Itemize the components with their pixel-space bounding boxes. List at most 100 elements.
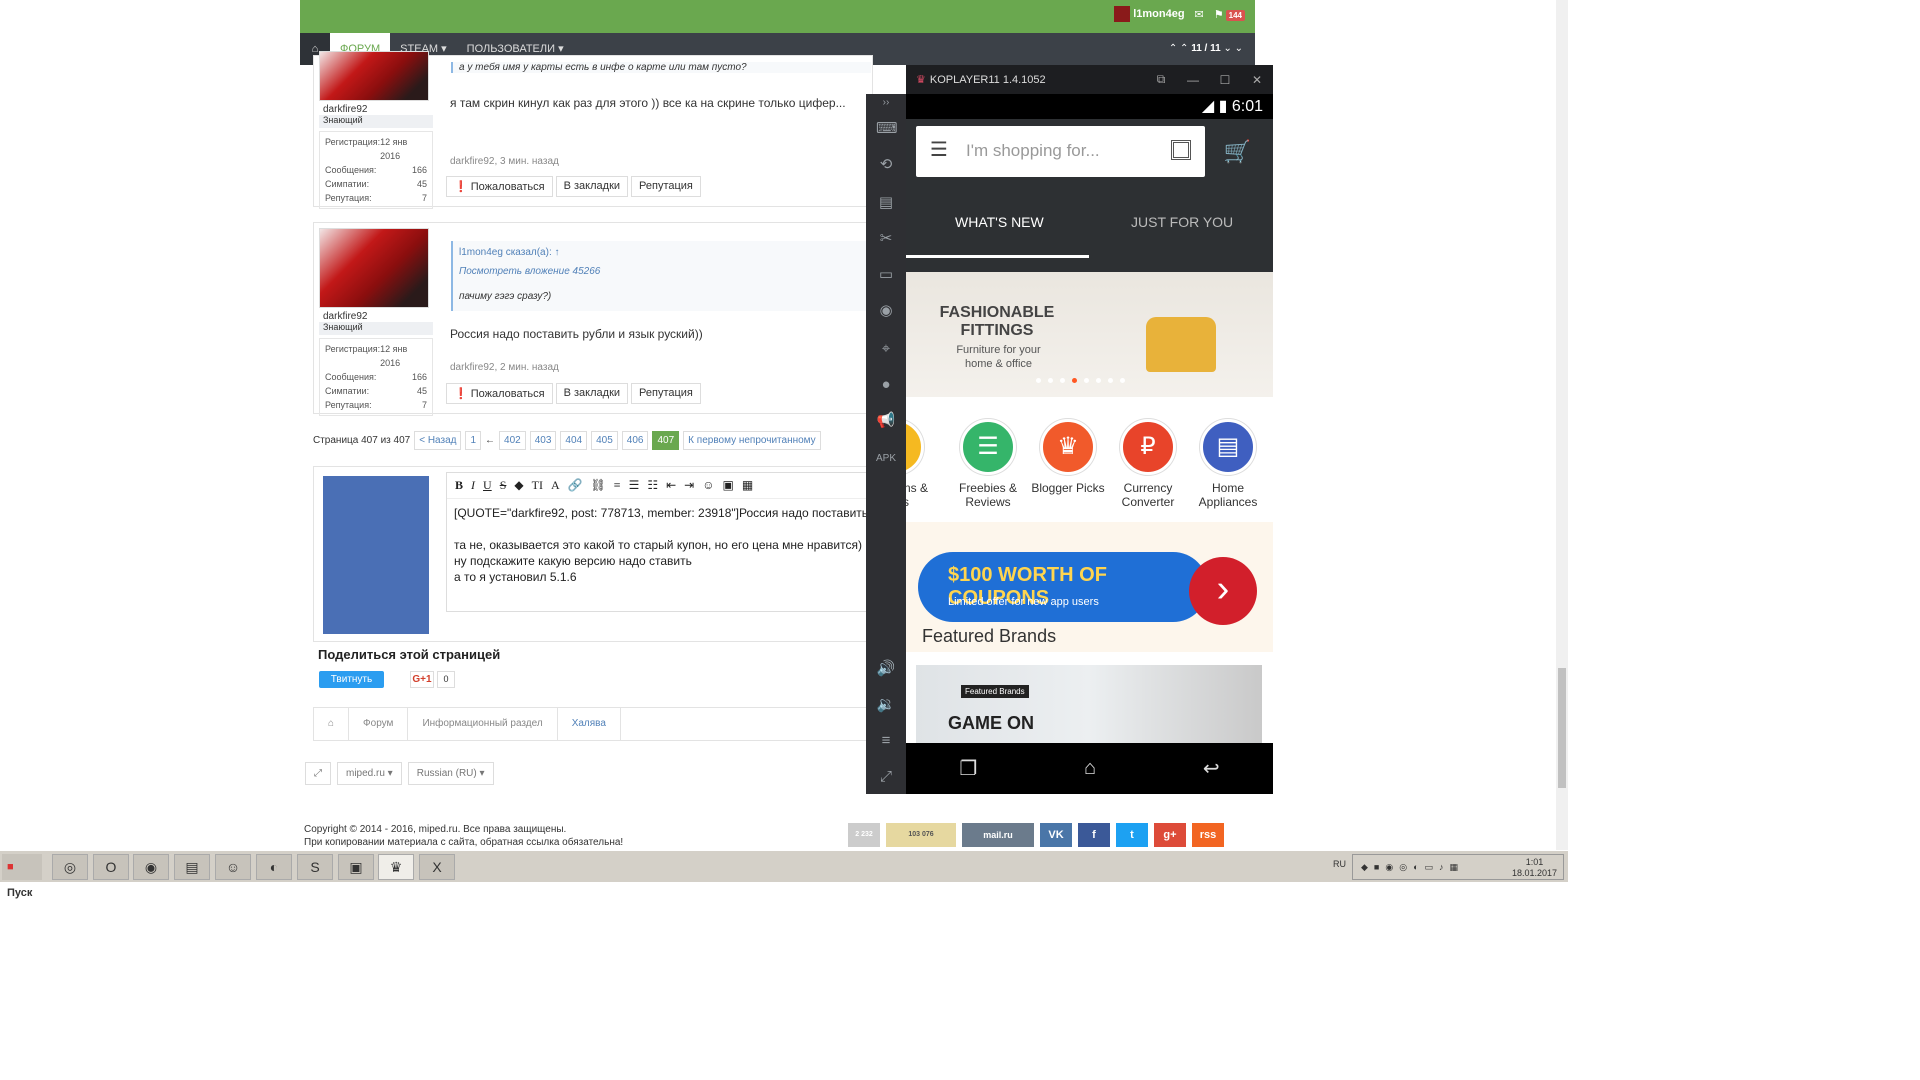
- category-blogger-picks[interactable]: ♛ Blogger Picks: [1028, 419, 1108, 495]
- counter-icon[interactable]: 103 076: [886, 823, 956, 847]
- tray-icon[interactable]: ■: [1374, 862, 1379, 872]
- page-link[interactable]: 1: [465, 431, 482, 450]
- twitter-icon[interactable]: t: [1116, 823, 1148, 847]
- font-size-icon[interactable]: TI: [532, 478, 543, 493]
- color-icon[interactable]: ◆: [514, 478, 523, 493]
- page-link[interactable]: 403: [529, 431, 557, 450]
- mailru-icon[interactable]: mail.ru: [962, 823, 1034, 847]
- back-icon[interactable]: ↩: [1203, 756, 1220, 781]
- page-link[interactable]: 402: [499, 431, 526, 450]
- apk-icon[interactable]: APK: [876, 450, 896, 468]
- cart-icon[interactable]: 🛒: [1224, 139, 1251, 165]
- clock[interactable]: 1:01 18.01.2017: [1512, 857, 1557, 879]
- counter-icon[interactable]: 2 232: [848, 823, 880, 847]
- page-scrollbar[interactable]: [1556, 0, 1568, 850]
- numbered-list-icon[interactable]: ☷: [647, 478, 658, 493]
- rss-icon[interactable]: rss: [1192, 823, 1224, 847]
- collapse-icon[interactable]: ››: [876, 94, 896, 112]
- steam-taskbar-icon[interactable]: ◎: [52, 854, 88, 880]
- page-link[interactable]: 404: [560, 431, 588, 450]
- tab-just-for-you[interactable]: JUST FOR YOU: [1131, 214, 1233, 230]
- font-icon[interactable]: A: [551, 478, 560, 493]
- network-icon[interactable]: ▦: [1450, 862, 1459, 873]
- excel-taskbar-icon[interactable]: X: [419, 854, 455, 880]
- breadcrumb-item[interactable]: Халява: [558, 707, 621, 741]
- unlink-icon[interactable]: ⛓: [591, 478, 606, 493]
- bullet-list-icon[interactable]: ☰: [629, 478, 640, 493]
- outdent-icon[interactable]: ⇤: [666, 478, 676, 493]
- bold-button[interactable]: B: [455, 478, 463, 493]
- scissors-icon[interactable]: ✂: [876, 230, 896, 248]
- bookmark-button[interactable]: В закладки: [555, 383, 629, 404]
- mail-icon[interactable]: ✉: [1195, 8, 1204, 21]
- minimize-icon[interactable]: —: [1177, 73, 1209, 87]
- top-pager[interactable]: ⌃ ⌃ 11 / 11 ⌄ ⌄: [1169, 33, 1243, 65]
- volume-icon[interactable]: ♪: [1439, 862, 1444, 872]
- record-icon[interactable]: ●: [876, 376, 896, 394]
- tweet-button[interactable]: Твитнуть: [319, 671, 384, 688]
- camera-icon[interactable]: ◉: [876, 302, 896, 320]
- category-home-appliances[interactable]: ▤ Home Appliances: [1188, 419, 1268, 509]
- menu-icon[interactable]: ≡: [876, 732, 896, 750]
- category-coupons[interactable]: % ns & pons: [906, 419, 936, 509]
- vk-icon[interactable]: VK: [1040, 823, 1072, 847]
- shake-icon[interactable]: ⟲: [876, 156, 896, 174]
- report-button[interactable]: ❗ Пожаловаться: [446, 176, 553, 197]
- image-icon[interactable]: ▣: [723, 478, 734, 493]
- home-icon[interactable]: ⌂: [314, 707, 350, 741]
- language-select[interactable]: Russian (RU) ▾: [407, 762, 494, 785]
- promo-banner[interactable]: FASHIONABLE FITTINGS Furniture for your …: [906, 272, 1273, 397]
- gplus-button[interactable]: G+1: [410, 671, 434, 688]
- folder-icon[interactable]: ▭: [876, 266, 896, 284]
- page-gap[interactable]: ←: [485, 435, 495, 446]
- volume-down-icon[interactable]: 🔉: [876, 696, 896, 714]
- screenshot-icon[interactable]: ▤: [876, 194, 896, 212]
- tray-icon[interactable]: ◆: [1361, 862, 1368, 873]
- breadcrumb-item[interactable]: Информационный раздел: [408, 707, 558, 741]
- indent-icon[interactable]: ⇥: [684, 478, 694, 493]
- align-icon[interactable]: ≡: [614, 478, 621, 493]
- tray-icon[interactable]: ◉: [1385, 862, 1393, 873]
- googleplus-icon[interactable]: g+: [1154, 823, 1186, 847]
- tab-whats-new[interactable]: WHAT'S NEW: [955, 214, 1044, 230]
- tray-icon[interactable]: ◐: [1413, 862, 1418, 872]
- alerts-button[interactable]: ⚑ 144: [1214, 8, 1245, 21]
- fullscreen-icon[interactable]: ⤢: [876, 768, 896, 786]
- post-meta[interactable]: darkfire92, 2 мин. назад: [450, 362, 559, 373]
- recent-apps-icon[interactable]: ❐: [959, 756, 977, 781]
- editor-box[interactable]: B I U S ◆ TI A 🔗 ⛓ ≡ ☰ ☷ ⇤ ⇥ ☺ ▣ ▦ [QUOT…: [446, 472, 876, 612]
- language-indicator[interactable]: RU: [1333, 859, 1346, 869]
- user-avatar[interactable]: [319, 228, 429, 308]
- user-menu[interactable]: l1mon4eg: [1114, 6, 1185, 22]
- hamburger-icon[interactable]: ☰: [930, 140, 950, 160]
- breadcrumb-item[interactable]: Форум: [349, 707, 409, 741]
- report-button[interactable]: ❗ Пожаловаться: [446, 383, 553, 404]
- page-link[interactable]: 405: [591, 431, 618, 450]
- reputation-button[interactable]: Репутация: [631, 176, 701, 197]
- scroll-thumb[interactable]: [1558, 668, 1566, 788]
- post-username[interactable]: darkfire92: [319, 308, 433, 322]
- close-icon[interactable]: ✕: [1241, 73, 1273, 87]
- bookmark-button[interactable]: В закладки: [555, 176, 629, 197]
- search-bar[interactable]: ☰ I'm shopping for...: [916, 126, 1205, 177]
- underline-button[interactable]: U: [483, 478, 492, 493]
- quote-author[interactable]: l1mon4eg сказал(а): ↑: [459, 241, 871, 258]
- tray-icon[interactable]: ◎: [1399, 862, 1407, 873]
- qr-scan-icon[interactable]: [1171, 140, 1191, 160]
- post-username[interactable]: darkfire92: [319, 101, 433, 115]
- volume-up-icon[interactable]: 🔊: [876, 660, 896, 678]
- page-link[interactable]: 406: [621, 431, 649, 450]
- opera-taskbar-icon[interactable]: O: [93, 854, 129, 880]
- category-freebies[interactable]: ☰ Freebies & Reviews: [948, 419, 1028, 509]
- explorer-taskbar-icon[interactable]: ▤: [174, 854, 210, 880]
- start-button[interactable]: ■ Пуск: [2, 854, 42, 899]
- strike-button[interactable]: S: [500, 478, 507, 493]
- link-icon[interactable]: 🔗: [568, 478, 583, 493]
- skype-taskbar-icon[interactable]: S: [297, 854, 333, 880]
- app-taskbar-icon[interactable]: ▣: [338, 854, 374, 880]
- game-on-banner[interactable]: Featured Brands GAME ON: [916, 665, 1262, 745]
- reputation-button[interactable]: Репутация: [631, 383, 701, 404]
- facebook-icon[interactable]: f: [1078, 823, 1110, 847]
- editor-text[interactable]: [QUOTE="darkfire92, post: 778713, member…: [447, 499, 875, 591]
- koplayer-taskbar-icon[interactable]: ♛: [378, 854, 414, 880]
